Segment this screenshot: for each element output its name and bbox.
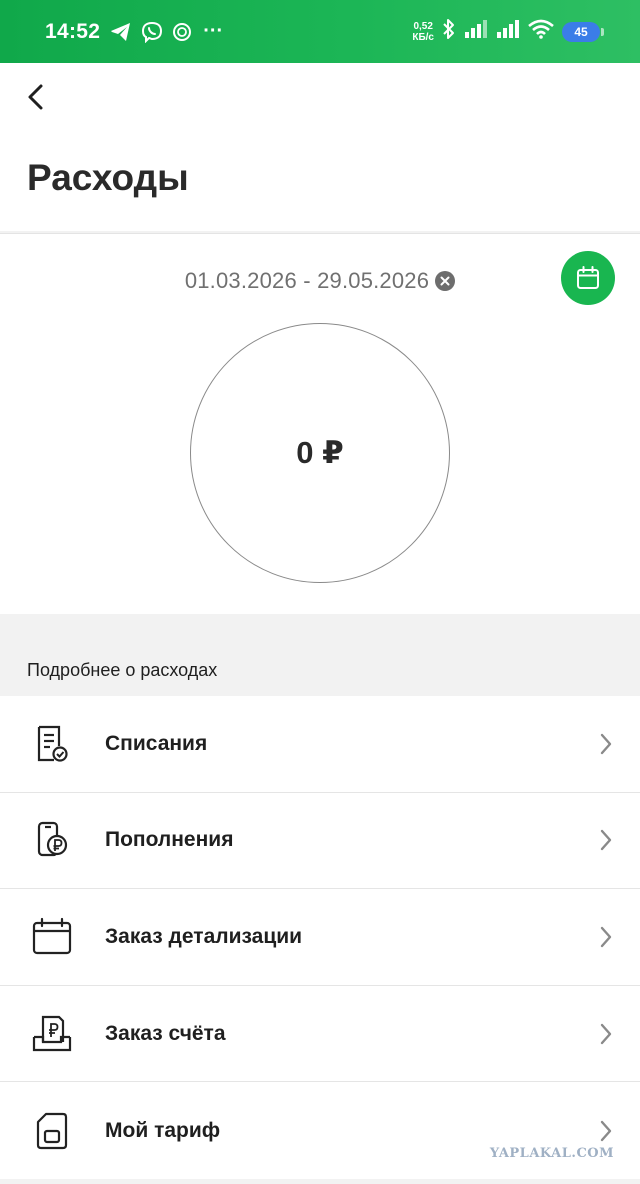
expenses-summary: 01.03.2026 - 29.05.2026 0 ₽ [0,233,640,614]
chevron-right-icon [600,926,612,948]
section-title: Подробнее о расходах [27,660,218,680]
menu-list: Списания Пополнения Заказ детализации За… [0,696,640,1179]
chevron-right-icon [600,733,612,754]
menu-item-label: Пополнения [105,828,234,852]
bill-tray-icon [30,1012,74,1056]
wifi-icon [528,19,554,44]
menu-item-topups[interactable]: Пополнения [0,793,640,890]
more-notifications-icon: ··· [203,20,224,42]
app-icon [172,22,192,42]
phone-ruble-icon [30,818,74,862]
date-range-text[interactable]: 01.03.2026 - 29.05.2026 [185,268,429,294]
menu-item-writeoffs[interactable]: Списания [0,696,640,793]
menu-item-detail-order[interactable]: Заказ детализации [0,889,640,986]
status-bar: 14:52 ··· 0,52 КБ/с 45 [0,0,640,63]
viber-icon [141,21,163,43]
net-speed: 0,52 КБ/с [412,20,434,43]
telegram-icon [110,22,132,42]
total-circle: 0 ₽ [190,323,450,583]
status-time: 14:52 [45,19,101,43]
signal-icon [464,19,488,44]
battery-icon: 45 [562,21,604,42]
back-arrow-icon [28,84,43,110]
date-range: 01.03.2026 - 29.05.2026 [0,268,640,294]
bluetooth-icon [442,18,456,45]
calendar-icon [577,266,599,289]
sim-card-icon [30,1109,74,1153]
receipt-check-icon [30,722,74,766]
menu-item-label: Заказ счёта [105,1021,226,1045]
menu-item-label: Списания [105,731,208,755]
calendar-icon [30,915,74,959]
status-notification-icons: ··· [110,20,223,43]
menu-item-label: Мой тариф [105,1118,221,1142]
chevron-right-icon [600,1120,612,1141]
calendar-button[interactable] [561,251,615,305]
menu-item-invoice-order[interactable]: Заказ счёта [0,986,640,1083]
header: Расходы [0,63,640,231]
back-button[interactable] [18,79,52,115]
total-amount: 0 ₽ [296,435,344,470]
menu-item-my-tariff[interactable]: Мой тариф [0,1082,640,1179]
menu-item-label: Заказ детализации [105,924,303,948]
watermark: YAPLAKAL.COM [489,1146,614,1161]
status-system-icons: 0,52 КБ/с 45 [412,18,604,45]
signal-icon-2 [496,19,520,44]
chevron-right-icon [600,830,612,851]
clear-date-icon[interactable] [435,271,456,291]
page-title: Расходы [27,157,189,198]
chevron-right-icon [600,1023,612,1044]
